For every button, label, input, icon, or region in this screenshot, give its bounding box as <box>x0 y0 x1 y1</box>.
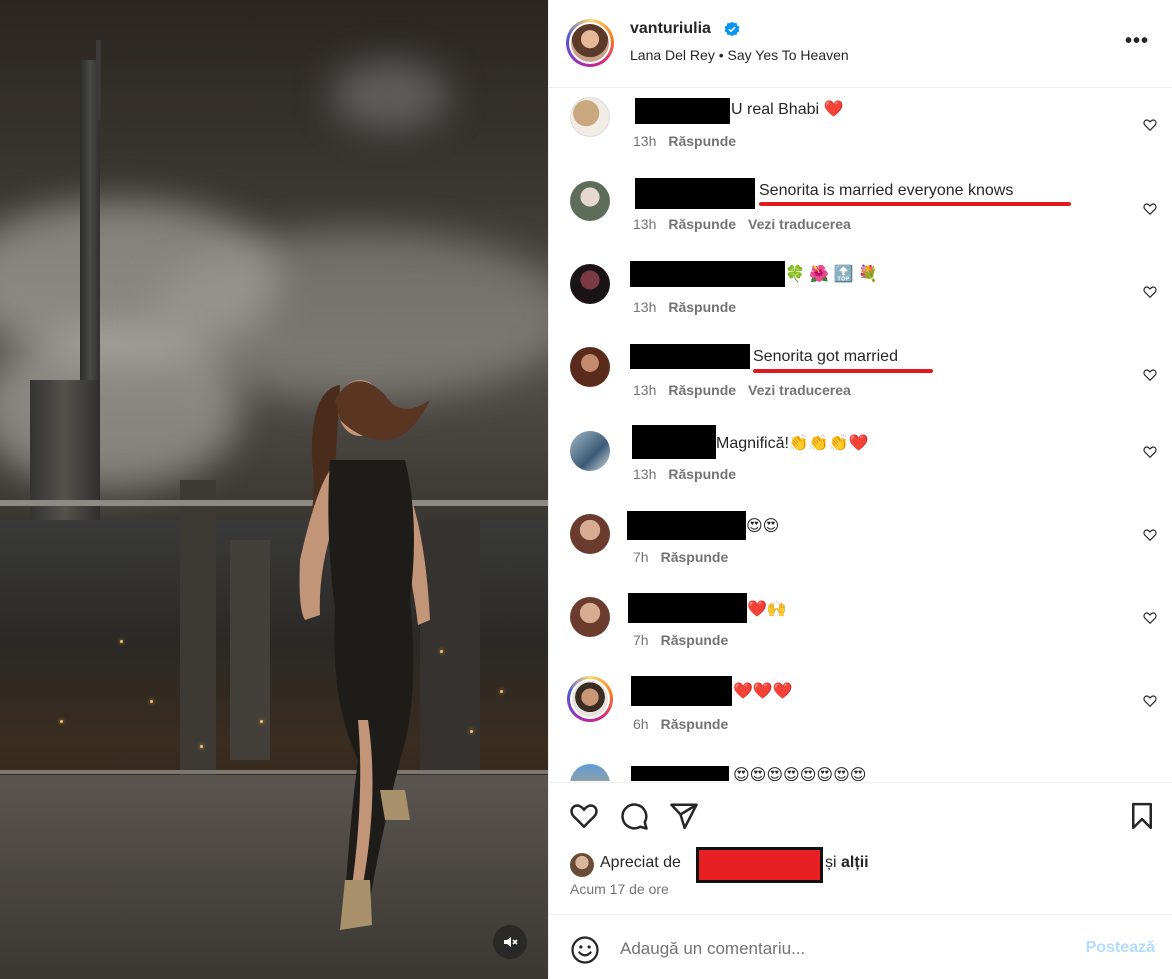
comment-item: ❤️🙌 7h Răspunde <box>549 593 1172 681</box>
like-comment-heart-icon[interactable] <box>1143 202 1157 216</box>
commenter-avatar[interactable] <box>570 514 610 554</box>
comment-item: Magnifică!👏👏👏❤️ 13h Răspunde <box>549 425 1172 515</box>
redacted-username <box>630 344 750 369</box>
reply-button[interactable]: Răspunde <box>661 716 729 732</box>
commenter-avatar[interactable] <box>567 676 613 722</box>
see-translation-button[interactable]: Vezi traducerea <box>748 382 851 398</box>
post-media[interactable] <box>0 0 548 979</box>
share-send-icon[interactable] <box>669 801 699 831</box>
comment-meta: 13h Răspunde <box>633 299 737 315</box>
verified-badge-icon <box>724 21 740 37</box>
woman-figure <box>299 380 430 930</box>
comment-text: U real Bhabi ❤️ <box>731 101 844 118</box>
comment-item: U real Bhabi ❤️ 13h Răspunde <box>549 97 1172 181</box>
post-time: Acum 17 de ore <box>570 881 669 897</box>
comment-item: Senorita is married everyone knows 13h Ră… <box>549 178 1172 265</box>
comment-text: Senorita is married everyone knows <box>759 182 1014 199</box>
comment-item: 😍😍😍😍😍😍😍😍 <box>549 764 1172 781</box>
comment-text: ❤️🙌 <box>747 601 787 618</box>
emoji-smiley-icon[interactable] <box>570 935 600 965</box>
comment-meta: 13h Răspunde <box>633 133 737 149</box>
redacted-username <box>635 98 730 124</box>
comment-text: 😍😍 <box>746 518 780 535</box>
liked-others[interactable]: alții <box>841 854 869 871</box>
comment-input[interactable] <box>620 935 1040 963</box>
like-comment-heart-icon[interactable] <box>1143 118 1157 132</box>
comment-item: ❤️❤️❤️ 6h Răspunde <box>549 676 1172 762</box>
comment-item: 🍀 🌺 🔝 💐 13h Răspunde <box>549 261 1172 348</box>
reply-button[interactable]: Răspunde <box>661 632 729 648</box>
comment-text: Senorita got married <box>753 348 898 365</box>
like-comment-heart-icon[interactable] <box>1143 368 1157 382</box>
redacted-username <box>628 593 747 623</box>
comment-text: 😍😍😍😍😍😍😍😍 <box>733 767 867 781</box>
reply-button[interactable]: Răspunde <box>668 466 736 482</box>
redacted-username <box>627 511 746 540</box>
like-comment-heart-icon[interactable] <box>1143 611 1157 625</box>
annotation-underline <box>759 202 1071 206</box>
comment-item: Senorita got married 13h Răspunde Vezi tra… <box>549 344 1172 431</box>
commenter-avatar[interactable] <box>570 264 610 304</box>
speaker-muted-icon <box>504 937 518 947</box>
more-horizontal-icon[interactable]: ••• <box>1125 30 1149 53</box>
comment-meta: 13h Răspunde Vezi traducerea <box>633 382 851 398</box>
post-header: vanturiulia Lana Del Rey • Say Yes To He… <box>549 0 1172 88</box>
comment-meta: 13h Răspunde Vezi traducerea <box>633 216 851 232</box>
like-comment-heart-icon[interactable] <box>1143 694 1157 708</box>
comment-composer: Postează <box>549 914 1172 979</box>
mute-button[interactable] <box>493 925 527 959</box>
commenter-avatar[interactable] <box>570 347 610 387</box>
redacted-username <box>632 425 716 459</box>
comment-text: 🍀 🌺 🔝 💐 <box>785 266 879 283</box>
commenter-avatar[interactable] <box>570 597 610 637</box>
post-actions: Apreciat de și alții Acum 17 de ore <box>549 782 1172 914</box>
commenter-avatar[interactable] <box>570 764 610 781</box>
like-comment-heart-icon[interactable] <box>1143 445 1157 459</box>
comment-item: 😍😍 7h Răspunde <box>549 511 1172 598</box>
post-side-panel: vanturiulia Lana Del Rey • Say Yes To He… <box>548 0 1172 979</box>
reply-button[interactable]: Răspunde <box>668 133 736 149</box>
liked-by-suffix[interactable]: și alții <box>825 854 869 872</box>
commenter-avatar[interactable] <box>570 181 610 221</box>
commenter-avatar[interactable] <box>570 431 610 471</box>
comments-list: U real Bhabi ❤️ 13h Răspunde Senorita is … <box>549 89 1172 781</box>
comment-text: ❤️❤️❤️ <box>733 683 793 700</box>
commenter-avatar[interactable] <box>570 97 610 137</box>
comment-meta: 7h Răspunde <box>633 632 729 648</box>
comment-bubble-icon[interactable] <box>619 801 649 831</box>
redacted-username <box>631 766 729 781</box>
author-avatar[interactable] <box>566 19 614 67</box>
comment-meta: 13h Răspunde <box>633 466 737 482</box>
liked-by-prefix: Apreciat de <box>600 854 681 871</box>
reply-button[interactable]: Răspunde <box>668 216 736 232</box>
post-comment-button[interactable]: Postează <box>1086 939 1155 957</box>
redacted-username <box>631 676 732 706</box>
like-heart-icon[interactable] <box>569 801 599 831</box>
see-translation-button[interactable]: Vezi traducerea <box>748 216 851 232</box>
liked-by-text[interactable]: Apreciat de <box>600 854 681 872</box>
redacted-username <box>630 261 785 287</box>
reply-button[interactable]: Răspunde <box>661 549 729 565</box>
redacted-username <box>635 178 755 209</box>
like-comment-heart-icon[interactable] <box>1143 285 1157 299</box>
annotation-underline <box>753 369 933 373</box>
like-comment-heart-icon[interactable] <box>1143 528 1157 542</box>
bookmark-save-icon[interactable] <box>1127 801 1157 831</box>
comment-text: Magnifică!👏👏👏❤️ <box>716 435 869 452</box>
comment-meta: 6h Răspunde <box>633 716 729 732</box>
reply-button[interactable]: Răspunde <box>668 299 736 315</box>
reply-button[interactable]: Răspunde <box>668 382 736 398</box>
author-username[interactable]: vanturiulia <box>630 20 711 38</box>
audio-track[interactable]: Lana Del Rey • Say Yes To Heaven <box>630 47 849 63</box>
redacted-liker <box>696 847 823 883</box>
comment-meta: 7h Răspunde <box>633 549 729 565</box>
liker-avatar[interactable] <box>570 853 594 877</box>
